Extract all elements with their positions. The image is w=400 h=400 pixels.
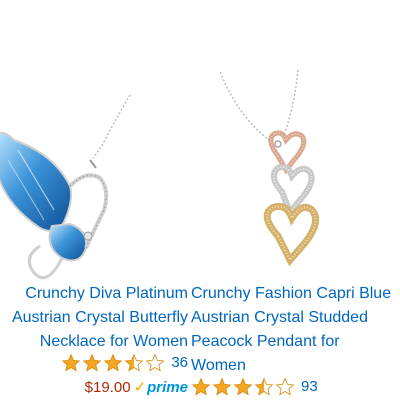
- review-count-link[interactable]: 36: [171, 353, 188, 373]
- product-card-heart-pendant: Crunchy Fashion Capri Blue Austrian Crys…: [190, 0, 400, 400]
- price: $19.00: [84, 379, 131, 396]
- product-card-butterfly-necklace: Crunchy Diva Platinum Austrian Crystal B…: [0, 0, 188, 400]
- star-full-icon: [61, 353, 81, 372]
- title-line: Austrian Crystal Studded: [191, 309, 368, 326]
- star-empty-icon: [275, 377, 295, 396]
- product-title-link[interactable]: Crunchy Diva Platinum Austrian Crystal B…: [0, 282, 188, 354]
- star-rating[interactable]: [191, 377, 295, 397]
- star-full-icon: [103, 353, 123, 372]
- title-line: Women: [191, 357, 246, 374]
- prime-label: prime: [147, 379, 188, 396]
- title-line: Peacock Pendant for: [191, 333, 340, 350]
- star-rating[interactable]: [61, 353, 165, 373]
- star-full-icon: [233, 377, 253, 396]
- rating-row: 36: [61, 353, 188, 373]
- title-line: Austrian Crystal Butterfly: [11, 309, 188, 326]
- price-row: $19.00 ✓ prime: [85, 378, 188, 398]
- star-full-icon: [82, 353, 102, 372]
- product-image-heart-pendant[interactable]: [190, 60, 400, 280]
- butterfly-pendant-icon: [0, 94, 131, 280]
- title-line: Crunchy Diva Platinum: [25, 285, 188, 302]
- star-full-icon: [212, 377, 232, 396]
- star-empty-icon: [145, 353, 165, 372]
- review-count-link[interactable]: 93: [301, 377, 318, 397]
- star-full-icon: [191, 377, 211, 396]
- star-half-icon: [124, 353, 144, 372]
- product-title-link[interactable]: Crunchy Fashion Capri Blue Austrian Crys…: [191, 282, 396, 378]
- prime-badge: ✓ prime: [134, 378, 188, 398]
- title-line: Crunchy Fashion Capri Blue: [191, 285, 392, 302]
- title-line: Necklace for Women: [39, 333, 188, 350]
- product-image-butterfly-necklace[interactable]: [0, 60, 188, 280]
- prime-check-icon: ✓: [133, 379, 147, 396]
- heart-pendant-icon: [219, 69, 320, 267]
- rating-row: 93: [191, 377, 318, 397]
- star-half-icon: [254, 377, 274, 396]
